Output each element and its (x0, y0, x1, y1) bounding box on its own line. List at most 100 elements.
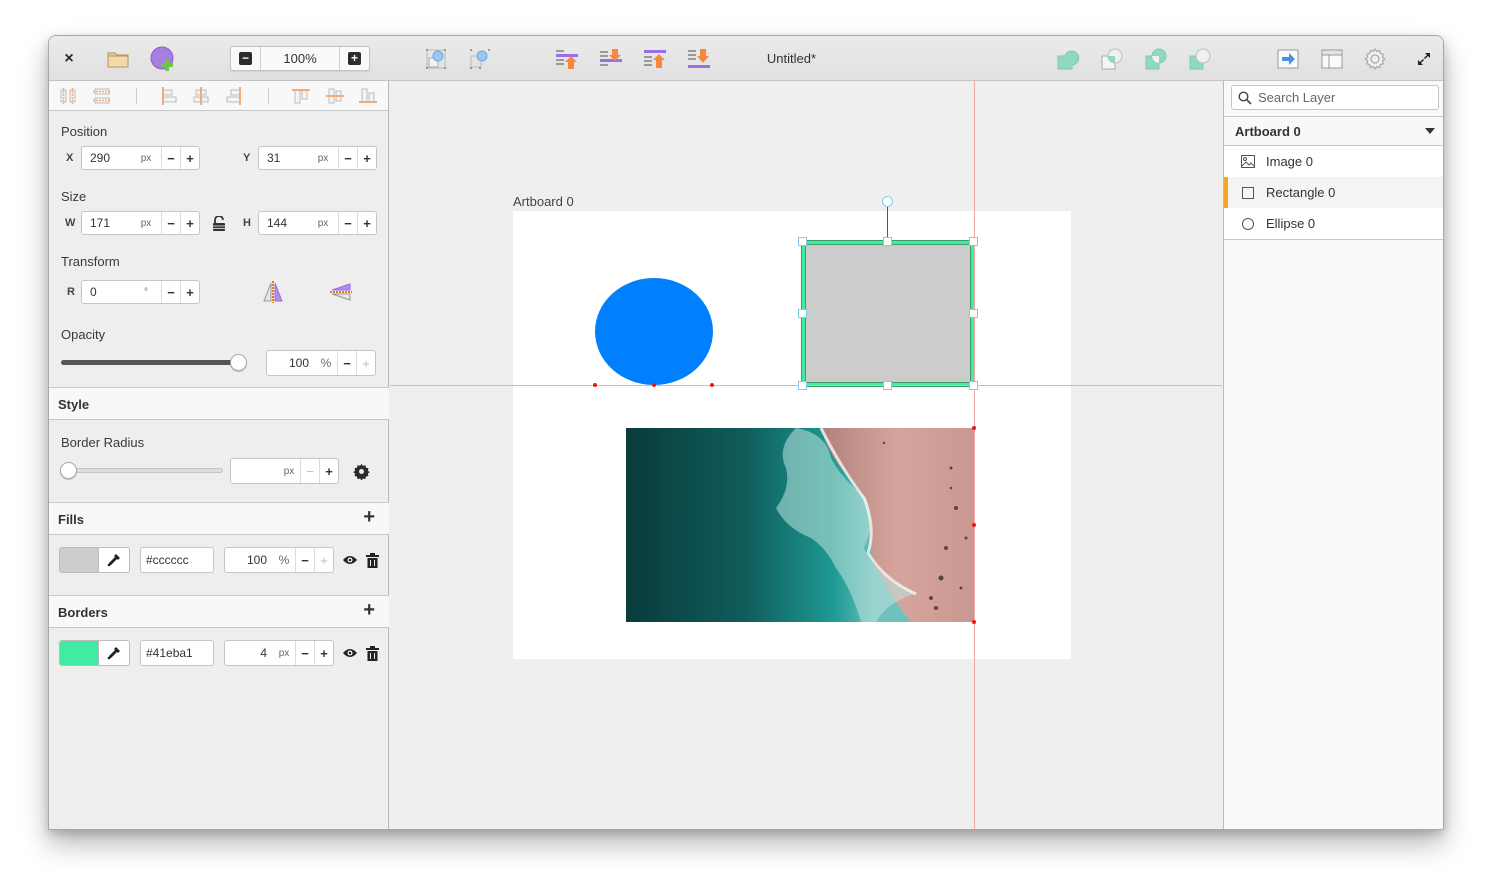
zoom-level[interactable]: 100% (260, 47, 340, 70)
width-increment-button[interactable]: + (180, 212, 199, 234)
flip-vertical-button[interactable] (329, 280, 353, 304)
toggle-layout-button[interactable] (1319, 36, 1345, 81)
rectangle-layer-selected[interactable] (802, 241, 974, 386)
export-button[interactable] (1275, 36, 1301, 81)
rotation-decrement-button[interactable]: − (161, 281, 180, 303)
resize-handle-bottom-right[interactable] (969, 381, 978, 390)
y-position-input[interactable]: 31 px − + (258, 146, 377, 170)
y-value[interactable]: 31 (259, 147, 308, 169)
difference-button[interactable] (1187, 36, 1213, 81)
border-radius-input[interactable]: px − + (230, 458, 339, 484)
ellipse-layer[interactable] (595, 278, 713, 385)
distribute-vertical-icon[interactable] (92, 86, 112, 106)
border-hex-input[interactable]: #41eba1 (140, 640, 214, 666)
distribute-horizontal-icon[interactable] (58, 86, 78, 106)
x-decrement-button[interactable]: − (161, 147, 180, 169)
collapse-triangle-icon[interactable] (1425, 128, 1435, 134)
fill-opacity-input[interactable]: 100 % − + (224, 547, 334, 573)
rotation-increment-button[interactable]: + (180, 281, 199, 303)
align-bottom-icon[interactable] (358, 86, 378, 106)
width-input[interactable]: 171 px − + (81, 211, 200, 235)
fill-opacity-decrement-button[interactable]: − (295, 548, 314, 572)
fullscreen-button[interactable] (1413, 36, 1435, 81)
height-input[interactable]: 144 px − + (258, 211, 377, 235)
image-layer[interactable] (626, 428, 974, 622)
opacity-increment-button[interactable]: + (356, 351, 375, 375)
layer-search-input[interactable] (1258, 90, 1428, 105)
resize-handle-top-left[interactable] (798, 237, 807, 246)
fill-visibility-toggle[interactable] (341, 551, 359, 569)
align-left-icon[interactable] (159, 86, 179, 106)
design-canvas[interactable]: Artboard 0 (390, 81, 1222, 829)
fill-eyedropper-button[interactable] (99, 548, 129, 572)
delete-border-button[interactable] (363, 644, 381, 662)
y-increment-button[interactable]: + (357, 147, 376, 169)
open-file-button[interactable] (105, 36, 131, 81)
layer-item-rectangle[interactable]: Rectangle 0 (1224, 177, 1443, 208)
border-radius-settings-button[interactable] (352, 462, 370, 480)
resize-handle-bottom[interactable] (883, 381, 892, 390)
resize-handle-top[interactable] (883, 237, 892, 246)
resize-handle-left[interactable] (798, 309, 807, 318)
x-value[interactable]: 290 (82, 147, 131, 169)
send-to-back-button[interactable] (686, 36, 712, 81)
border-eyedropper-button[interactable] (99, 641, 129, 665)
height-increment-button[interactable]: + (357, 212, 376, 234)
rotation-handle[interactable] (882, 196, 893, 207)
align-middle-icon[interactable] (325, 86, 345, 106)
border-width-decrement-button[interactable]: − (295, 641, 314, 665)
fill-opacity-value[interactable]: 100 (225, 548, 273, 572)
x-position-input[interactable]: 290 px − + (81, 146, 200, 170)
fill-color-well[interactable] (59, 547, 130, 573)
bring-to-front-button[interactable] (642, 36, 668, 81)
raise-layer-button[interactable] (554, 36, 580, 81)
border-radius-slider-track[interactable] (63, 468, 223, 473)
layer-item-ellipse[interactable]: Ellipse 0 (1224, 208, 1443, 239)
union-button[interactable] (1055, 36, 1081, 81)
align-center-icon[interactable] (191, 86, 211, 106)
width-decrement-button[interactable]: − (161, 212, 180, 234)
intersect-button[interactable] (1143, 36, 1169, 81)
opacity-slider-knob[interactable] (230, 354, 247, 371)
opacity-decrement-button[interactable]: − (337, 351, 356, 375)
subtract-button[interactable] (1099, 36, 1125, 81)
width-value[interactable]: 171 (82, 212, 131, 234)
border-color-well[interactable] (59, 640, 130, 666)
border-visibility-toggle[interactable] (341, 644, 359, 662)
align-right-icon[interactable] (224, 86, 244, 106)
artboard-label[interactable]: Artboard 0 (513, 194, 574, 209)
opacity-input[interactable]: 100 % − + (266, 350, 376, 376)
new-artboard-button[interactable] (149, 36, 177, 81)
opacity-slider-track[interactable] (61, 360, 237, 365)
height-decrement-button[interactable]: − (338, 212, 357, 234)
fill-opacity-increment-button[interactable]: + (314, 548, 333, 572)
flip-horizontal-button[interactable] (261, 280, 285, 304)
rotation-input[interactable]: 0 ° − + (81, 280, 200, 304)
lock-ratio-button[interactable] (210, 215, 228, 233)
layer-search-box[interactable] (1231, 85, 1439, 110)
border-width-input[interactable]: 4 px − + (224, 640, 334, 666)
ungroup-selection-button[interactable] (468, 36, 492, 81)
group-selection-button[interactable] (424, 36, 448, 81)
layer-item-image[interactable]: Image 0 (1224, 146, 1443, 177)
close-button[interactable]: × (57, 36, 81, 81)
fill-color-swatch[interactable] (60, 548, 99, 572)
border-width-increment-button[interactable]: + (314, 641, 333, 665)
add-border-button[interactable]: + (363, 599, 375, 622)
border-radius-slider-knob[interactable] (60, 462, 77, 479)
rotation-value[interactable]: 0 (82, 281, 131, 303)
artboard-layer-group[interactable]: Artboard 0 (1224, 116, 1443, 146)
zoom-out-button[interactable]: − (231, 47, 260, 70)
border-width-value[interactable]: 4 (225, 641, 273, 665)
y-decrement-button[interactable]: − (338, 147, 357, 169)
border-radius-increment-button[interactable]: + (319, 459, 338, 483)
resize-handle-top-right[interactable] (969, 237, 978, 246)
preferences-button[interactable] (1362, 36, 1388, 81)
zoom-in-button[interactable]: + (340, 47, 369, 70)
border-radius-decrement-button[interactable]: − (300, 459, 319, 483)
lower-layer-button[interactable] (598, 36, 624, 81)
x-increment-button[interactable]: + (180, 147, 199, 169)
height-value[interactable]: 144 (259, 212, 308, 234)
border-color-swatch[interactable] (60, 641, 99, 665)
resize-handle-right[interactable] (969, 309, 978, 318)
